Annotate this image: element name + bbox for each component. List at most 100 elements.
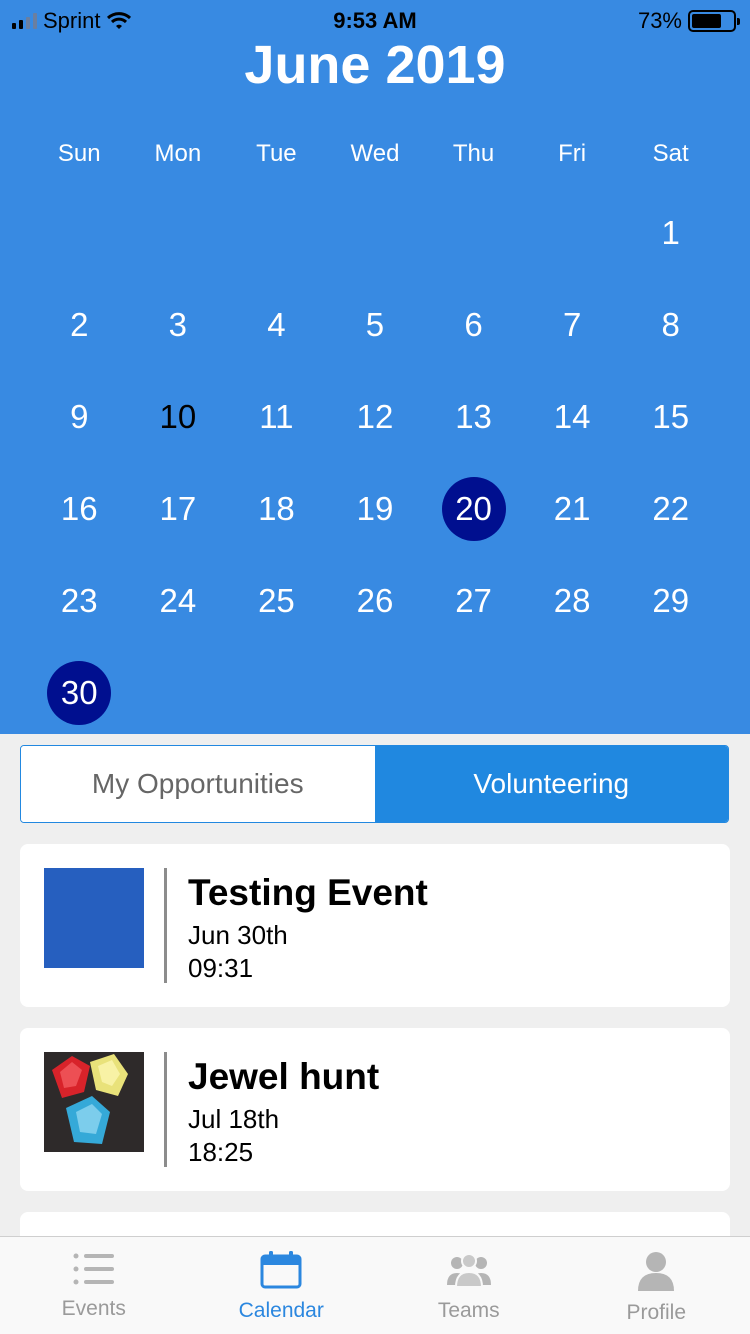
day-number: 12 (356, 398, 394, 435)
calendar-day[interactable]: 12 (326, 371, 425, 463)
calendar-day[interactable]: 7 (523, 279, 622, 371)
calendar-day[interactable]: 28 (523, 555, 622, 647)
event-card[interactable]: Testing Event Jun 30th 09:31 (20, 844, 730, 1007)
calendar-day[interactable]: 11 (227, 371, 326, 463)
calendar-day[interactable]: 24 (129, 555, 228, 647)
calendar-header: Sprint 9:53 AM 73% June 2019 Sun Mon Tue… (0, 0, 750, 734)
calendar-day[interactable]: 19 (326, 463, 425, 555)
calendar-day[interactable]: 22 (621, 463, 720, 555)
tab-bar: Events Calendar Teams Profile (0, 1236, 750, 1334)
empty-day-cell (129, 187, 228, 279)
calendar-day[interactable]: 30 (30, 647, 129, 739)
segment-volunteering[interactable]: Volunteering (374, 746, 728, 822)
day-number: 22 (652, 490, 690, 527)
calendar-day[interactable]: 20 (424, 463, 523, 555)
day-number: 6 (464, 306, 483, 343)
calendar-day[interactable]: 23 (30, 555, 129, 647)
calendar-day[interactable]: 18 (227, 463, 326, 555)
segment-my-opportunities[interactable]: My Opportunities (21, 746, 375, 822)
day-number: 7 (562, 306, 582, 343)
weekday-header: Sun Mon Tue Wed Thu Fri Sat (30, 140, 720, 168)
day-number: 15 (652, 398, 690, 435)
event-time: 09:31 (188, 953, 254, 983)
tab-profile[interactable]: Profile (563, 1237, 750, 1334)
day-number: 26 (356, 582, 394, 619)
event-date: Jun 30th (188, 920, 288, 950)
day-number: 14 (553, 398, 591, 435)
event-title: Testing Event (188, 872, 428, 913)
event-time: 18:25 (188, 1137, 254, 1167)
day-number: 17 (159, 490, 197, 527)
day-number: 16 (60, 490, 98, 527)
tab-calendar[interactable]: Calendar (188, 1237, 376, 1334)
calendar-day[interactable]: 29 (621, 555, 720, 647)
empty-day-cell (326, 187, 425, 279)
day-number: 29 (652, 582, 690, 619)
weekday-label: Fri (558, 140, 587, 167)
calendar-day[interactable]: 17 (129, 463, 228, 555)
day-number: 27 (455, 582, 492, 619)
calendar-day[interactable]: 1 (621, 187, 720, 279)
tab-label: Events (61, 1297, 126, 1320)
day-number: 10 (159, 398, 197, 435)
calendar-icon (260, 1251, 302, 1289)
day-number: 3 (168, 306, 188, 343)
weekday-label: Tue (256, 140, 297, 167)
battery-percent: 73% (637, 8, 682, 33)
card-divider (164, 1052, 167, 1167)
month-title: June 2019 (244, 35, 506, 95)
weekday-label: Thu (452, 140, 495, 167)
calendar-day[interactable]: 4 (227, 279, 326, 371)
calendar-day[interactable]: 3 (129, 279, 228, 371)
segmented-control: My Opportunities Volunteering (20, 745, 729, 823)
calendar-day[interactable]: 15 (621, 371, 720, 463)
team-icon (446, 1253, 491, 1288)
calendar-day[interactable]: 25 (227, 555, 326, 647)
day-number: 23 (60, 582, 98, 619)
event-card[interactable]: Jewel hunt Jul 18th 18:25 (20, 1028, 730, 1191)
tab-label: Profile (626, 1301, 687, 1324)
day-number: 20 (441, 477, 506, 541)
calendar-day[interactable]: 16 (30, 463, 129, 555)
calendar-day[interactable]: 26 (326, 555, 425, 647)
calendar-day[interactable]: 2 (30, 279, 129, 371)
day-number: 9 (70, 398, 89, 435)
tab-label: Calendar (238, 1299, 324, 1322)
calendar-day[interactable]: 14 (523, 371, 622, 463)
day-number: 19 (356, 490, 394, 527)
tab-teams[interactable]: Teams (375, 1237, 563, 1334)
day-number: 8 (661, 306, 680, 343)
day-grid: 1 2 3 4 5 6 7 8 9 10 11 12 13 14 15 16 17 18 19 20 21 22 23 24 2… (30, 187, 720, 739)
calendar-day[interactable]: 9 (30, 371, 129, 463)
calendar-day[interactable]: 6 (424, 279, 523, 371)
day-number: 18 (258, 490, 295, 527)
weekday-label: Wed (350, 140, 400, 167)
day-number: 28 (553, 582, 591, 619)
battery-icon (688, 10, 740, 32)
weekday-label: Sat (652, 140, 689, 167)
weekday-label: Sun (57, 140, 101, 167)
calendar-day[interactable]: 10 (129, 371, 228, 463)
tab-label: Teams (437, 1299, 500, 1322)
empty-day-cell (227, 187, 326, 279)
day-number: 4 (267, 306, 286, 343)
empty-day-cell (523, 187, 622, 279)
list-icon (73, 1253, 114, 1285)
calendar-day[interactable]: 21 (523, 463, 622, 555)
person-icon (638, 1252, 675, 1291)
jewel-image (44, 1052, 144, 1152)
calendar-day[interactable]: 27 (424, 555, 523, 647)
calendar-day[interactable]: 5 (326, 279, 425, 371)
day-number: 30 (47, 661, 112, 725)
event-thumbnail (44, 1052, 144, 1152)
empty-day-cell (424, 187, 523, 279)
day-number: 25 (258, 582, 295, 619)
calendar-day[interactable]: 13 (424, 371, 523, 463)
weekday-label: Mon (154, 140, 202, 167)
tab-events[interactable]: Events (0, 1237, 188, 1334)
day-number: 13 (455, 398, 492, 435)
day-number: 11 (259, 398, 294, 435)
day-number: 5 (365, 306, 385, 343)
day-number: 2 (70, 306, 89, 343)
calendar-day[interactable]: 8 (621, 279, 720, 371)
